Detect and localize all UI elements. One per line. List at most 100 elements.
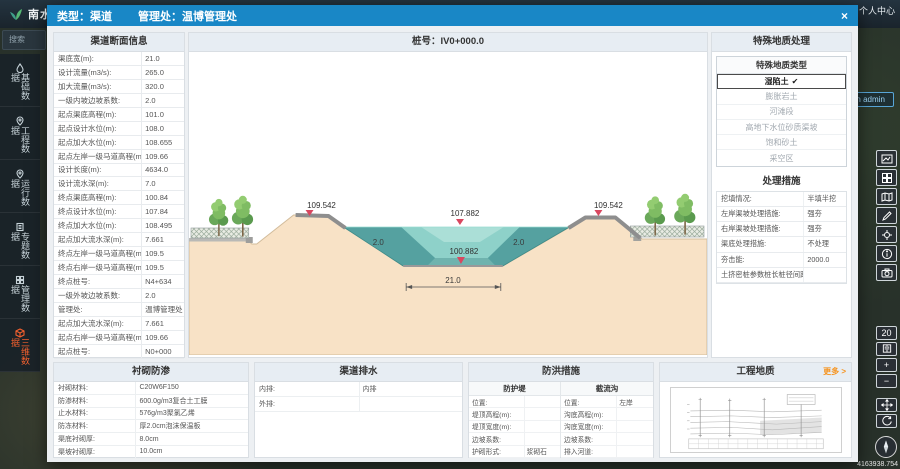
geology-type-option[interactable]: 饱和砂土 <box>717 135 846 150</box>
row-value: 强夯 <box>803 222 846 236</box>
row-label: 起点加大水位(m): <box>54 137 141 148</box>
layers-button[interactable] <box>876 342 897 356</box>
user-center-link[interactable]: 个人中心 <box>859 4 895 17</box>
row-value: 不处理 <box>803 237 846 251</box>
table-row: 排入河道: <box>561 446 653 458</box>
panel-title: 防洪措施 <box>469 363 653 382</box>
row-label: 一级外坡边坡系数: <box>54 290 141 301</box>
water-level-label: 107.882 <box>451 209 480 218</box>
sidebar-item-basic-data[interactable]: 基础数据 <box>0 54 40 107</box>
row-label: 边坡系数: <box>469 434 524 444</box>
row-label: 起点左岸一级马道高程(m): <box>54 151 141 162</box>
sidebar-item-3d-data[interactable]: 三维数据 <box>0 319 40 372</box>
row-label: 终点加大水位(m): <box>54 220 141 231</box>
table-row: 设计长度(m): 4634.0 <box>54 164 184 178</box>
row-value <box>616 408 653 419</box>
row-value: 108.0 <box>141 122 184 135</box>
table-row: 起点左岸一级马道高程(m): 109.66 <box>54 150 184 164</box>
table-row: 挖填情况: 半填半挖 <box>717 192 846 207</box>
row-value <box>524 396 560 407</box>
geology-type-option[interactable]: 湿陷土 ✔ <box>717 74 846 89</box>
right-bank-elevation-label: 109.542 <box>594 201 623 210</box>
drainage-table: 内排: 内排 外排: <box>255 382 462 412</box>
row-label: 终点右岸一级马道高程(m): <box>54 262 141 273</box>
close-icon[interactable]: × <box>841 9 848 23</box>
sidebar-item-operation-data[interactable]: 运行数据 <box>0 160 40 213</box>
row-label: 沟底宽度(m): <box>561 421 616 431</box>
more-link[interactable]: 更多 > <box>823 363 846 381</box>
channel-section-info-panel: 渠道断面信息 渠底宽(m): 21.0 设计流量(m3/s): 265.0 加大… <box>53 32 185 358</box>
draw-tool-button[interactable] <box>876 207 897 224</box>
table-row: 起点桩号: N0+000 <box>54 345 184 359</box>
table-row: 堤顶高程(m): <box>469 408 560 420</box>
grid-tool-button[interactable] <box>876 169 897 186</box>
row-value: 109.5 <box>141 247 184 260</box>
zoom-level-badge[interactable]: 20 <box>876 326 897 340</box>
grid-icon <box>881 172 893 184</box>
row-label: 左岸渠坡处理措施: <box>717 209 803 219</box>
row-value <box>359 397 463 411</box>
table-row: 起点设计水位(m): 108.0 <box>54 122 184 136</box>
row-label: 起点桩号: <box>54 346 141 357</box>
row-label: 右岸渠坡处理措施: <box>717 224 803 234</box>
info-tool-button[interactable] <box>876 245 897 262</box>
sidebar-item-management-data[interactable]: 管理数据 <box>0 266 40 319</box>
table-row: 渠坡衬砌厚: 10.0cm <box>54 446 248 459</box>
row-value <box>524 433 560 444</box>
table-row: 终点渠底高程(m): 100.84 <box>54 191 184 205</box>
rotate-button[interactable] <box>876 414 897 428</box>
row-label: 防渗材料: <box>54 396 135 406</box>
row-label: 渠底宽(m): <box>54 53 141 64</box>
pin-icon <box>15 166 25 176</box>
zoom-in-button[interactable]: + <box>876 358 897 372</box>
imagery-tool-button[interactable] <box>876 150 897 167</box>
panel-title: 工程地质 更多 > <box>660 363 851 382</box>
table-row: 渠底衬砌厚: 8.0cm <box>54 433 248 446</box>
map-icon <box>881 191 893 203</box>
table-row: 一级内坡边坡系数: 2.0 <box>54 94 184 108</box>
row-label: 渠底处理措施: <box>717 239 803 249</box>
pencil-icon <box>881 210 893 222</box>
geology-profile-thumbnail[interactable] <box>670 387 842 453</box>
row-value <box>524 421 560 432</box>
table-row: 设计流量(m3/s): 265.0 <box>54 66 184 80</box>
geology-type-option[interactable]: 膨胀岩土 <box>717 89 846 104</box>
image-icon <box>881 153 893 165</box>
compass[interactable] <box>875 436 897 458</box>
row-value: 109.66 <box>141 331 184 344</box>
geology-type-option[interactable]: 高地下水位砂质渠坡 <box>717 120 846 135</box>
geology-type-option[interactable]: 河滩段 <box>717 105 846 120</box>
row-label: 排入河道: <box>561 446 616 456</box>
sidebar-item-thematic-data[interactable]: 专题数据 <box>0 213 40 266</box>
search-input[interactable]: 搜索 <box>2 30 46 50</box>
table-row: 起点加大水位(m): 108.655 <box>54 136 184 150</box>
table-row: 护砌形式: 浆砌石 <box>469 446 560 458</box>
row-label: 防冻材料: <box>54 421 135 431</box>
sidebar-item-label: 工程数据 <box>10 126 30 159</box>
table-row: 加大流量(m3/s): 320.0 <box>54 80 184 94</box>
left-sidebar: 基础数据 工程数据 运行数据 专题数据 管理数据 三维数据 <box>0 54 40 372</box>
table-row: 防冻材料: 厚2.0cm泡沫保温板 <box>54 420 248 433</box>
geology-type-option[interactable]: 采空区 <box>717 150 846 165</box>
row-label: 衬砌材料: <box>54 383 135 393</box>
row-label: 加大流量(m3/s): <box>54 81 141 92</box>
zoom-out-button[interactable]: − <box>876 374 897 388</box>
locate-tool-button[interactable] <box>876 226 897 243</box>
lining-table: 衬砌材料: C20W6F150 防渗材料: 600.0g/m3复合土工膜 止水材… <box>54 382 248 459</box>
table-row: 沟底高程(m): <box>561 408 653 420</box>
interception-ditch-column: 截流沟 位置: 左岸 沟底高程(m): <box>561 382 653 457</box>
table-row: 一级外坡边坡系数: 2.0 <box>54 289 184 303</box>
drop-icon <box>15 60 25 70</box>
table-row: 终点右岸一级马道高程(m): 109.5 <box>54 261 184 275</box>
row-value: 21.0 <box>141 52 184 65</box>
map-layer-button[interactable] <box>876 188 897 205</box>
table-row: 土挤密桩参数桩长桩径间距: <box>717 268 846 283</box>
row-label: 设计长度(m): <box>54 164 141 175</box>
pan-button[interactable] <box>876 398 897 412</box>
cube-icon <box>15 325 25 335</box>
snapshot-tool-button[interactable] <box>876 264 897 281</box>
check-icon: ✔ <box>792 77 799 86</box>
row-label: 护砌形式: <box>469 446 524 456</box>
row-value: 109.66 <box>141 150 184 163</box>
sidebar-item-engineering-data[interactable]: 工程数据 <box>0 107 40 160</box>
